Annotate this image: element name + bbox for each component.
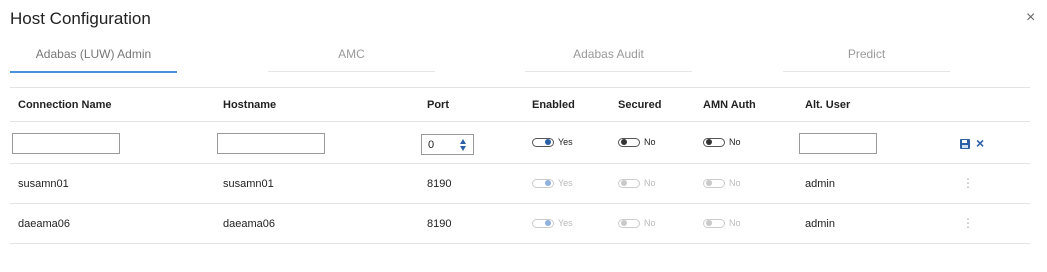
- column-header-amn-auth: AMN Auth: [703, 99, 756, 111]
- toggle-label: No: [644, 178, 656, 188]
- toggle-label: No: [644, 137, 656, 147]
- table-top-divider: [10, 87, 1030, 88]
- toggle-track: [618, 137, 640, 147]
- toggle-label: Yes: [558, 178, 573, 188]
- tab-adabas-audit[interactable]: Adabas Audit: [525, 47, 692, 72]
- more-vertical-icon[interactable]: ⋮: [962, 217, 974, 229]
- toggle-track: [618, 178, 640, 188]
- alt-user-cell: admin: [805, 218, 835, 230]
- toggle-track: [532, 178, 554, 188]
- connection-name-input[interactable]: [12, 133, 120, 154]
- amn-auth-toggle[interactable]: No: [703, 137, 741, 147]
- enabled-toggle: Yes: [532, 218, 573, 228]
- toggle-track: [703, 178, 725, 188]
- tab-label: Adabas (LUW) Admin: [35, 47, 152, 61]
- port-cell: 8190: [427, 178, 452, 190]
- toggle-label: No: [729, 178, 741, 188]
- hostname-cell: susamn01: [223, 178, 274, 190]
- toggle-label: No: [644, 218, 656, 228]
- header-divider: [10, 121, 1030, 122]
- port-value: 0: [428, 139, 435, 151]
- toggle-track: [532, 137, 554, 147]
- secured-toggle: No: [618, 218, 656, 228]
- hostname-input[interactable]: [217, 133, 325, 154]
- toggle-track: [618, 218, 640, 228]
- toggle-track: [532, 218, 554, 228]
- close-icon[interactable]: ×: [1026, 10, 1035, 26]
- more-vertical-icon[interactable]: ⋮: [962, 177, 974, 189]
- tab-label: Adabas Audit: [573, 47, 644, 61]
- column-header-alt-user: Alt. User: [805, 99, 851, 111]
- column-header-connection-name: Connection Name: [18, 99, 112, 111]
- port-stepper[interactable]: 0: [421, 134, 474, 155]
- secured-toggle: No: [618, 178, 656, 188]
- enabled-toggle: Yes: [532, 178, 573, 188]
- alt-user-input[interactable]: [799, 133, 877, 154]
- alt-user-cell: admin: [805, 178, 835, 190]
- hostname-cell: daeama06: [223, 218, 275, 230]
- toggle-label: Yes: [558, 218, 573, 228]
- toggle-label: No: [729, 218, 741, 228]
- toggle-track: [703, 137, 725, 147]
- column-header-secured: Secured: [618, 99, 662, 111]
- decrement-icon[interactable]: [460, 146, 466, 151]
- connection-name-cell: susamn01: [18, 178, 69, 190]
- port-cell: 8190: [427, 218, 452, 230]
- close-icon[interactable]: ×: [976, 135, 984, 151]
- tab-amc[interactable]: AMC: [268, 47, 435, 72]
- row-divider: [10, 203, 1030, 204]
- tab-adabas-luw-admin[interactable]: Adabas (LUW) Admin: [10, 47, 177, 73]
- column-header-enabled: Enabled: [532, 99, 575, 111]
- secured-toggle[interactable]: No: [618, 137, 656, 147]
- amn-auth-toggle: No: [703, 178, 741, 188]
- connection-name-cell: daeama06: [18, 218, 70, 230]
- row-divider: [10, 243, 1030, 244]
- dialog-title: Host Configuration: [10, 9, 151, 28]
- column-header-port: Port: [427, 99, 449, 111]
- row-divider: [10, 163, 1030, 164]
- amn-auth-toggle: No: [703, 218, 741, 228]
- tab-label: Predict: [847, 47, 886, 61]
- tab-label: AMC: [338, 47, 365, 61]
- increment-icon[interactable]: [460, 139, 466, 144]
- toggle-label: No: [729, 137, 741, 147]
- tab-predict[interactable]: Predict: [783, 47, 950, 72]
- column-header-hostname: Hostname: [223, 99, 277, 111]
- save-icon[interactable]: [960, 139, 970, 149]
- toggle-label: Yes: [558, 137, 573, 147]
- toggle-track: [703, 218, 725, 228]
- enabled-toggle[interactable]: Yes: [532, 137, 573, 147]
